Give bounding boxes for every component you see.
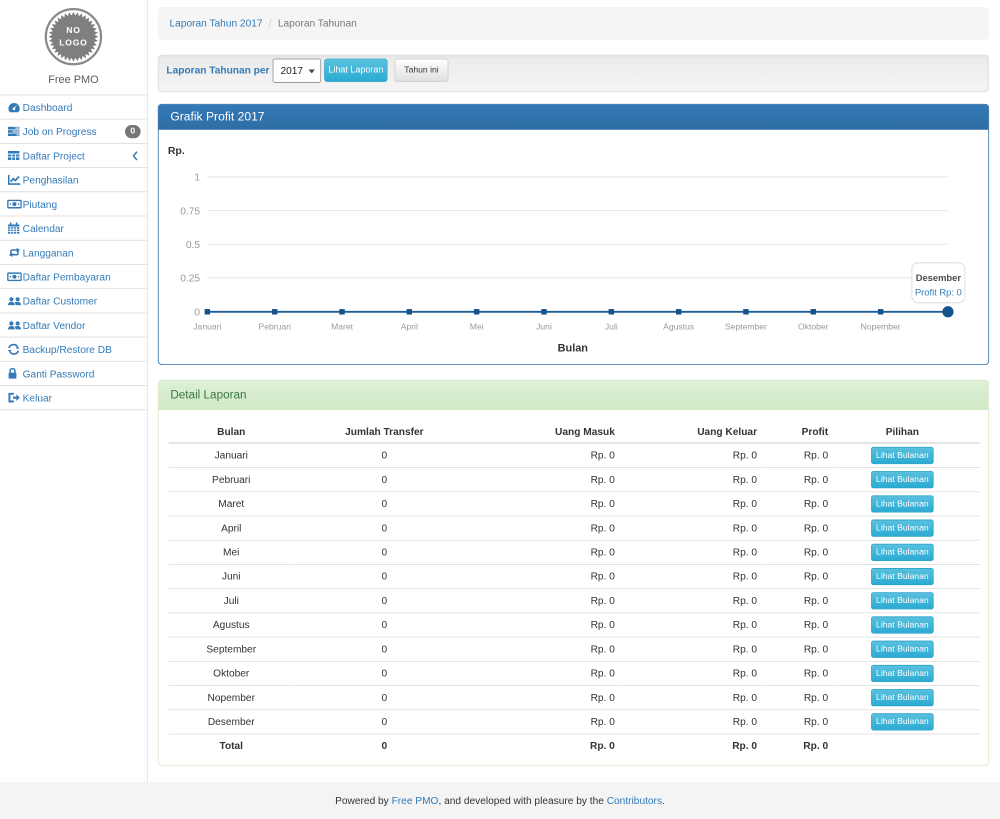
svg-text:LOGO: LOGO [59,37,87,47]
svg-text:0.75: 0.75 [180,206,200,217]
svg-text:Mei: Mei [470,321,484,331]
svg-text:0: 0 [194,307,200,318]
svg-text:0.5: 0.5 [186,240,200,251]
svg-text:Agustus: Agustus [663,321,694,331]
svg-text:Maret: Maret [331,321,354,331]
svg-text:Oktober: Oktober [798,321,829,331]
svg-text:Desember: Desember [916,273,962,283]
svg-text:Rp.: Rp. [168,145,185,157]
svg-text:Profit Rp: 0: Profit Rp: 0 [915,287,962,297]
svg-text:Nopember: Nopember [861,321,901,331]
svg-text:September: September [725,321,767,331]
svg-text:NO: NO [66,25,80,35]
svg-text:0.25: 0.25 [180,274,200,285]
svg-text:Januari: Januari [193,321,221,331]
svg-text:Bulan: Bulan [558,343,588,355]
svg-text:Juni: Juni [536,321,552,331]
svg-text:1: 1 [194,173,200,184]
svg-text:Juli: Juli [605,321,618,331]
svg-text:Pebruari: Pebruari [258,321,291,331]
svg-text:April: April [401,321,418,331]
